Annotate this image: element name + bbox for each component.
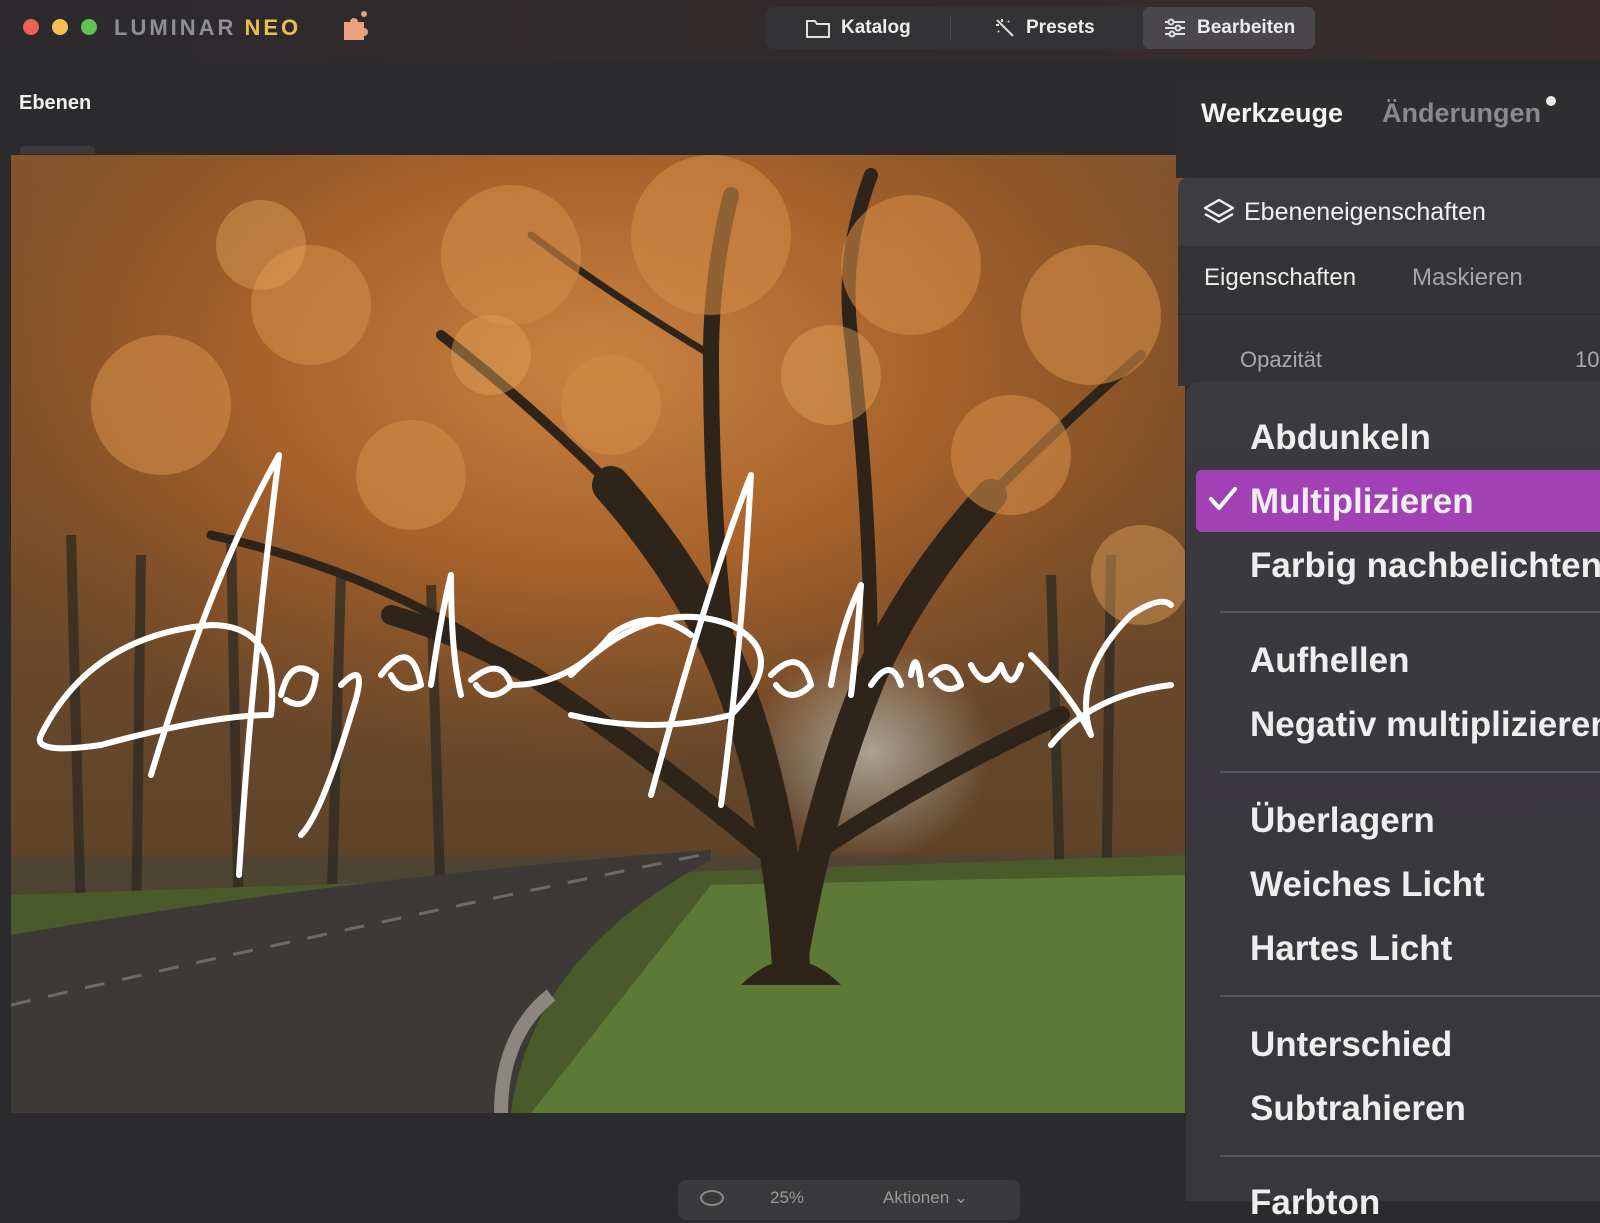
image-canvas[interactable] <box>11 155 1185 1113</box>
opacity-value[interactable]: 100 <box>1575 347 1600 373</box>
changes-indicator-dot <box>1546 96 1556 106</box>
autumn-photo <box>11 155 1185 1113</box>
tab-werkzeuge[interactable]: Werkzeuge <box>1201 98 1343 129</box>
title-bar: LUMINAR NEO Katalog Presets Bearbeiten <box>0 0 1600 60</box>
zoom-level[interactable]: 25% <box>770 1188 804 1208</box>
bottom-toolbar: 25% Aktionen ⌄ <box>678 1180 1020 1220</box>
extensions-puzzle-icon[interactable] <box>338 8 374 44</box>
blend-item-aufhellen[interactable]: Aufhellen <box>1250 641 1409 681</box>
layers-label: Ebenen <box>19 92 92 114</box>
app-logo: LUMINAR NEO <box>114 15 302 40</box>
zoom-window-button[interactable] <box>81 19 97 35</box>
sparkle-icon <box>996 19 1014 37</box>
eye-icon[interactable] <box>700 1190 724 1206</box>
layer-properties-header[interactable]: Ebeneneigenschaften <box>1178 178 1600 246</box>
folder-icon <box>806 20 830 38</box>
section-title: Ebeneneigenschaften <box>1244 197 1486 226</box>
checkmark-icon <box>1209 487 1237 510</box>
blend-item-multiplizieren[interactable]: Multiplizieren <box>1250 482 1474 522</box>
blend-item-negativ-multiplizieren[interactable]: Negativ multiplizieren <box>1250 705 1600 745</box>
layers-icon <box>1203 198 1235 224</box>
nav-presets[interactable]: Presets <box>994 7 1095 49</box>
sliders-icon <box>1165 18 1185 38</box>
main-nav: Katalog Presets Bearbeiten <box>765 7 1316 49</box>
blend-item-weiches-licht[interactable]: Weiches Licht <box>1250 865 1485 905</box>
minimize-window-button[interactable] <box>52 19 68 35</box>
actions-dropdown[interactable]: Aktionen ⌄ <box>883 1188 968 1208</box>
close-window-button[interactable] <box>23 19 39 35</box>
blend-item-ueberlagern[interactable]: Überlagern <box>1250 801 1435 841</box>
blend-item-farbton[interactable]: Farbton <box>1250 1183 1380 1223</box>
panel-tabs-area <box>1176 80 1600 178</box>
nav-katalog[interactable]: Katalog <box>805 7 911 49</box>
subtab-maskieren[interactable]: Maskieren <box>1412 264 1523 292</box>
opacity-label: Opazität <box>1240 347 1322 372</box>
blend-item-hartes-licht[interactable]: Hartes Licht <box>1250 929 1452 969</box>
blend-item-subtrahieren[interactable]: Subtrahieren <box>1250 1089 1466 1129</box>
tab-aenderungen[interactable]: Änderungen <box>1382 98 1541 129</box>
layer-thumbnail-tab[interactable] <box>20 146 95 154</box>
blend-item-unterschied[interactable]: Unterschied <box>1250 1025 1452 1065</box>
blend-item-abdunkeln[interactable]: Abdunkeln <box>1250 418 1431 458</box>
blend-item-farbig-nachbelichten[interactable]: Farbig nachbelichten <box>1250 546 1600 586</box>
nav-bearbeiten[interactable]: Bearbeiten <box>1143 7 1316 49</box>
subtab-eigenschaften[interactable]: Eigenschaften <box>1204 264 1356 292</box>
